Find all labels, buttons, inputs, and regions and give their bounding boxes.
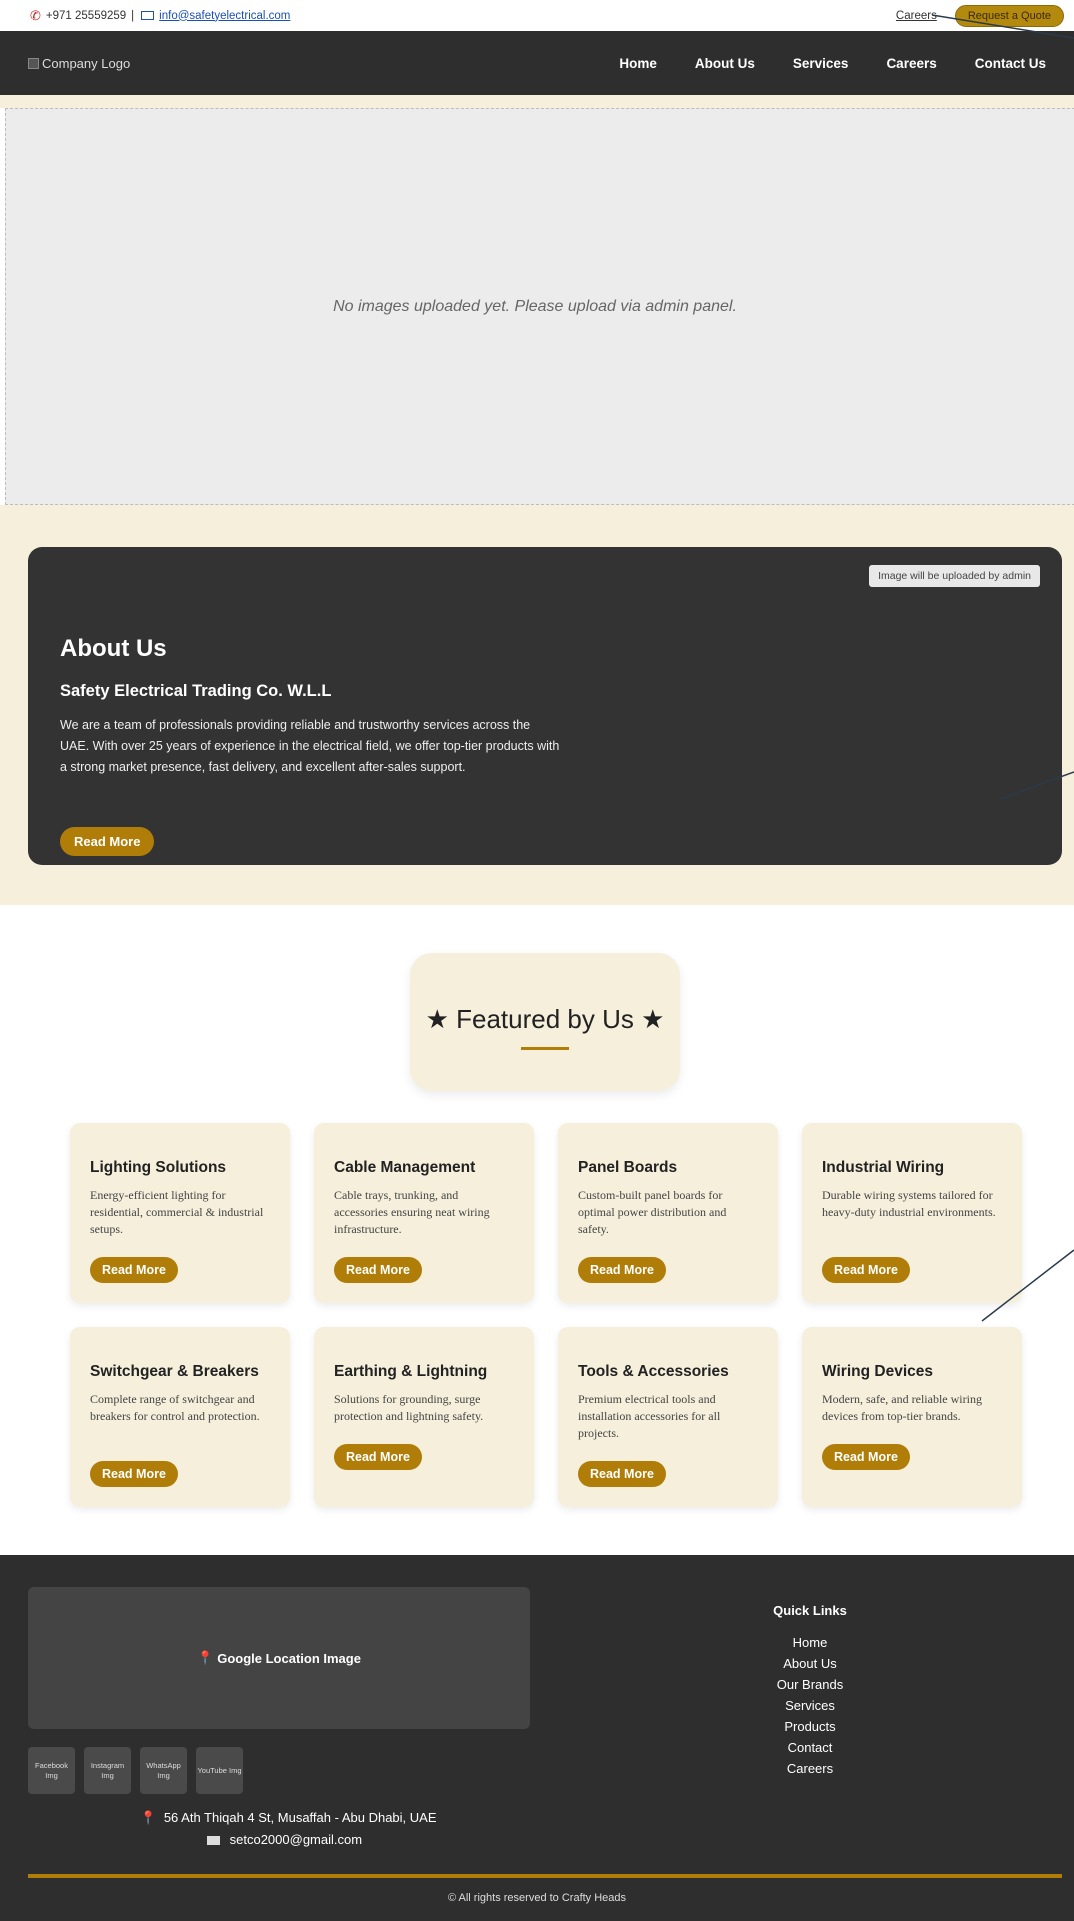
annotation-line xyxy=(981,1249,1074,1322)
annotation-line xyxy=(999,771,1074,800)
annotation-lines xyxy=(931,14,1074,1322)
annotation-line xyxy=(931,14,1074,39)
